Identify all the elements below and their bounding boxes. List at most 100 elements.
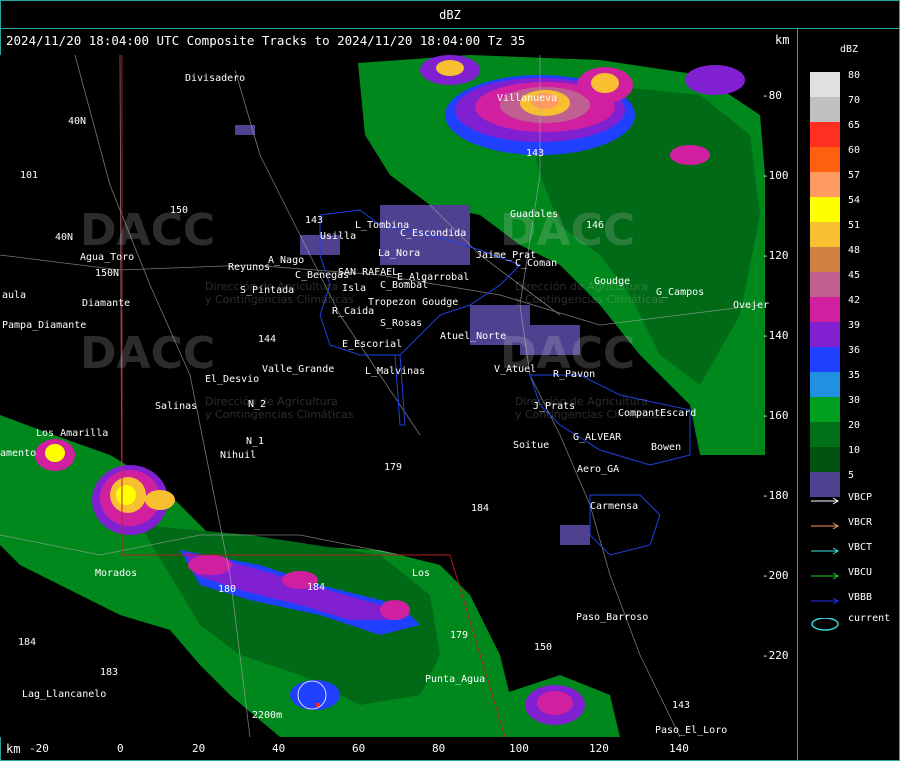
- place-label: Isla: [342, 283, 367, 294]
- track-arrow-icon: [811, 522, 839, 530]
- place-label: Usilla: [320, 231, 357, 242]
- place-label: 144: [258, 334, 277, 345]
- place-label: 146: [586, 220, 605, 231]
- place-label: V_Atuel: [494, 364, 537, 375]
- watermark-logo: DACC: [80, 328, 216, 379]
- place-label: N_2: [248, 399, 267, 410]
- place-label: S_Pintada: [240, 285, 295, 296]
- place-label: 150: [534, 642, 553, 653]
- place-label: Morados: [95, 568, 138, 579]
- window-title: dBZ: [0, 0, 900, 29]
- y-tick: -200: [762, 569, 789, 582]
- legend-swatch: [810, 447, 840, 472]
- legend-level-label: 57: [848, 170, 861, 181]
- place-label: Ovejer: [733, 300, 770, 311]
- place-label: Lag_Llancanelo: [22, 689, 107, 700]
- legend-level-label: 51: [848, 220, 861, 231]
- radar-map[interactable]: [0, 55, 765, 737]
- track-legend-label: VBCP: [848, 492, 873, 503]
- y-tick: -120: [762, 249, 789, 262]
- place-label: Guadales: [510, 209, 559, 220]
- x-axis-unit: km: [6, 742, 21, 756]
- place-label: Tropezon Goudge: [368, 297, 459, 308]
- legend-swatch: [810, 172, 840, 197]
- place-label: C_Bombal: [380, 280, 429, 291]
- legend-level-label: 36: [848, 345, 861, 356]
- legend-swatch: [810, 347, 840, 372]
- y-tick: -140: [762, 329, 789, 342]
- legend-swatch: [810, 222, 840, 247]
- place-label: Los: [412, 568, 431, 579]
- place-label: 150N: [95, 268, 120, 279]
- legend-swatch: [810, 72, 840, 97]
- place-label: Salinas: [155, 401, 198, 412]
- legend-level-label: 60: [848, 145, 861, 156]
- place-label: 183: [100, 667, 119, 678]
- place-label: Diamante: [82, 298, 131, 309]
- place-label: Atuel_Norte: [440, 331, 507, 342]
- place-label: N_1: [246, 436, 265, 447]
- x-tick: -20: [29, 742, 49, 755]
- place-label: Aero_GA: [577, 464, 620, 475]
- place-label: amento: [0, 448, 37, 459]
- place-label: El_Desvio: [205, 374, 260, 385]
- y-tick: -80: [762, 89, 782, 102]
- legend-swatch: [810, 272, 840, 297]
- place-label: R_Pavon: [553, 369, 596, 380]
- legend-swatch: [810, 197, 840, 222]
- place-label: 40N: [68, 116, 87, 127]
- watermark-text: Dirección de Agricultura: [205, 395, 338, 408]
- x-tick: 0: [117, 742, 124, 755]
- legend-level-label: 65: [848, 120, 861, 131]
- place-label: 143: [672, 700, 691, 711]
- legend-level-label: 48: [848, 245, 861, 256]
- x-tick: 120: [589, 742, 609, 755]
- legend-level-label: 80: [848, 70, 861, 81]
- composite-header: 2024/11/20 18:04:00 UTC Composite Tracks…: [6, 33, 526, 48]
- legend-level-label: 54: [848, 195, 861, 206]
- legend-swatch: [810, 247, 840, 272]
- watermark-text: y Contingencias Climáticas: [205, 408, 354, 421]
- track-arrow-icon: [811, 597, 839, 605]
- place-label: Villanueva: [497, 93, 558, 104]
- place-label: Carmensa: [590, 501, 639, 512]
- place-label: 184: [471, 503, 490, 514]
- y-tick: -180: [762, 489, 789, 502]
- place-label: aula: [2, 290, 27, 301]
- legend-level-label: 20: [848, 420, 861, 431]
- legend-swatch: [810, 422, 840, 447]
- place-label: G_Campos: [656, 287, 705, 298]
- track-arrow-icon: [811, 572, 839, 580]
- place-label: Soitue: [513, 440, 550, 451]
- track-legend-label: VBCR: [848, 517, 873, 528]
- place-label: 40N: [55, 232, 74, 243]
- y-tick: -160: [762, 409, 789, 422]
- place-label: L_Malvinas: [365, 366, 426, 377]
- watermark-logo: DACC: [80, 205, 216, 256]
- x-tick: 60: [352, 742, 366, 755]
- x-tick: 100: [509, 742, 529, 755]
- place-label: Valle_Grande: [262, 364, 335, 375]
- track-legend-label: VBCU: [848, 567, 873, 578]
- legend-swatch: [810, 97, 840, 122]
- place-label: A_Nago: [268, 255, 305, 266]
- watermark-text: y Contingencias Climáticas: [515, 293, 664, 306]
- place-label: Punta_Agua: [425, 674, 486, 685]
- legend-swatch: [810, 297, 840, 322]
- legend-level-label: 70: [848, 95, 861, 106]
- place-label: 179: [384, 462, 403, 473]
- legend-level-label: 30: [848, 395, 861, 406]
- place-label: G_ALVEAR: [573, 432, 622, 443]
- place-label: J_Prats: [533, 401, 576, 412]
- current-legend-label: current: [848, 613, 891, 624]
- place-label: Los Amarilla: [36, 428, 109, 439]
- place-label: Agua_Toro: [80, 252, 135, 263]
- legend-level-label: 45: [848, 270, 861, 281]
- y-axis-unit: km: [775, 33, 790, 47]
- place-label: Pampa_Diamante: [2, 320, 87, 331]
- place-label: C_Escondida: [400, 228, 467, 239]
- legend-swatch: [810, 322, 840, 347]
- track-marker: [316, 703, 320, 707]
- place-label: Paso_El_Loro: [655, 725, 728, 736]
- track-arrow-icon: [811, 547, 839, 555]
